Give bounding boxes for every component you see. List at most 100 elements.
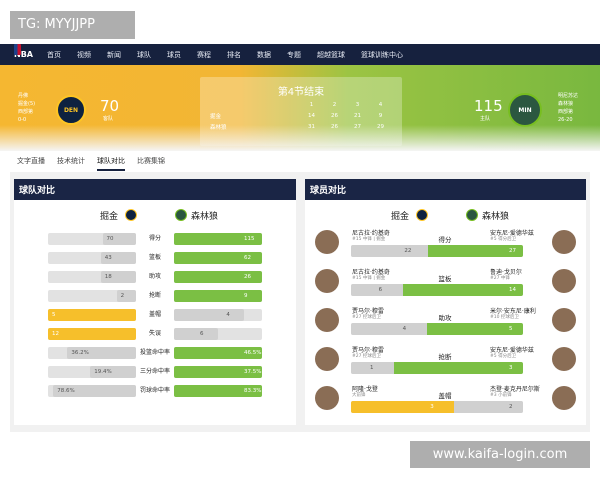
nav-item-home[interactable]: 首页 (47, 50, 61, 60)
nav-item-specials[interactable]: 专题 (287, 50, 301, 60)
home-stat-bar: 12 (48, 328, 136, 340)
nav-item-players[interactable]: 球员 (167, 50, 181, 60)
team-panel-title: 球队对比 (14, 179, 296, 200)
away-stat-value: 37.5% (244, 369, 262, 375)
away-stat-bar: 115 (174, 233, 262, 245)
away-player-info: #10 控球后卫 (490, 315, 519, 320)
away-player-avatar[interactable] (552, 308, 576, 332)
away-stat-bar: 9 (174, 290, 262, 302)
home-player-fill (351, 284, 403, 296)
away-score: 115 (474, 97, 503, 115)
home-player-avatar[interactable] (315, 347, 339, 371)
quarter-header-row: 1 2 3 4 (210, 99, 392, 110)
home-player-info: 大前锋 (352, 393, 366, 398)
scoreboard-hero: 丹佛 掘金(5) 西部第 0-0 DEN 70 客队 第4节结束 1 2 3 4… (0, 65, 600, 151)
away-player-fill (402, 284, 523, 296)
away-team-conf: 西部第 (558, 109, 574, 115)
home-stat-value: 5 (52, 312, 56, 318)
away-player-avatar[interactable] (552, 269, 576, 293)
away-team-label: 森林狼 (482, 212, 510, 222)
watermark-top-left: TG: MYYJJPP (10, 11, 135, 39)
home-stat-value: 70 (106, 236, 114, 242)
player-stat-row: 贾马尔·穆雷 #27 控球后卫 抢断 安东尼·爱德华兹 #5 得分后卫 1 3 (305, 343, 586, 383)
home-player-fill (351, 323, 427, 335)
tab-live-text[interactable]: 文字直播 (17, 156, 45, 171)
home-stat-fill (116, 290, 136, 302)
home-score-label: 客队 (103, 116, 114, 122)
player-stat-label: 篮板 (438, 275, 452, 283)
tab-highlights[interactable]: 比赛集锦 (137, 156, 165, 171)
home-stat-bar: 19.4% (48, 366, 136, 378)
quarter-cell: 9 (378, 112, 383, 119)
nba-logo-icon (14, 44, 21, 55)
away-player-avatar[interactable] (552, 347, 576, 371)
home-team-name: 掘金(5) (18, 101, 36, 107)
nav-item-standings[interactable]: 排名 (227, 50, 241, 60)
nuggets-logo-icon[interactable]: DEN (56, 95, 86, 125)
nav-item-training-center[interactable]: 篮球训练中心 (361, 50, 403, 60)
nav-item-news[interactable]: 新闻 (107, 50, 121, 60)
stat-label: 盖帽 (148, 311, 161, 318)
home-score: 70 (100, 97, 120, 115)
team-stat-row: 18 助攻 26 (14, 271, 296, 283)
home-stat-value: 12 (52, 331, 59, 337)
timberwolves-logo-icon[interactable]: MIN (508, 93, 542, 127)
player-stat-row: 尼古拉·约基奇 #15 中锋 | 掘金 篮板 鲁迪·戈贝尔 #27 中锋 6 14 (305, 265, 586, 305)
away-player-fill (394, 362, 523, 374)
tab-team-comparison[interactable]: 球队对比 (97, 156, 125, 171)
away-stat-value: 62 (244, 255, 251, 261)
away-player-value: 2 (509, 404, 513, 410)
away-stat-fill (174, 290, 262, 302)
nav-item-beyond-basketball[interactable]: 超越篮球 (317, 50, 345, 60)
away-stat-value: 6 (200, 331, 204, 337)
nav-item-video[interactable]: 视频 (77, 50, 91, 60)
stat-label: 篮板 (148, 254, 161, 261)
player-stat-label: 助攻 (438, 314, 452, 322)
away-stat-bar: 26 (174, 271, 262, 283)
nba-logo[interactable]: NBA (14, 44, 33, 59)
home-stat-bar: 5 (48, 309, 136, 321)
stat-label: 得分 (148, 235, 161, 242)
player-stat-row: 贾马尔·穆雷 #27 控球后卫 助攻 米尔·安东尼·康利 #10 控球后卫 4 5 (305, 304, 586, 344)
home-player-avatar[interactable] (315, 386, 339, 410)
away-player-value: 3 (509, 365, 513, 371)
quarter-header: 4 (378, 101, 383, 108)
team-stat-row: 5 盖帽 4 (14, 309, 296, 321)
home-player-value: 22 (404, 248, 412, 254)
home-player-avatar[interactable] (315, 269, 339, 293)
team-stat-row: 2 抢断 9 (14, 290, 296, 302)
home-player-info: #27 控球后卫 (352, 354, 381, 359)
home-stat-value: 78.6% (57, 388, 75, 394)
nav-item-schedule[interactable]: 赛程 (197, 50, 211, 60)
away-player-value: 14 (509, 287, 516, 293)
nav-item-teams[interactable]: 球队 (137, 50, 151, 60)
player-stat-row: 阿隆·戈登 大前锋 盖帽 杰登·麦克丹尼尔斯 #3 小前锋 3 2 (305, 382, 586, 422)
stat-label: 抢断 (148, 292, 161, 299)
hero-fade (0, 125, 600, 151)
away-player-avatar[interactable] (552, 230, 576, 254)
player-comparison-panel: 球员对比 掘金 森林狼 尼古拉·约基奇 #15 中锋 | 掘金 得分 安东尼·爱德华兹… (305, 179, 586, 425)
home-player-avatar[interactable] (315, 308, 339, 332)
team-stat-row: 70 得分 115 (14, 233, 296, 245)
home-team-conf: 西部第 (18, 109, 34, 115)
home-player-avatar[interactable] (315, 230, 339, 254)
home-stat-bar: 36.2% (48, 347, 136, 359)
away-player-avatar[interactable] (552, 386, 576, 410)
away-team-name: 森林狼 (558, 101, 574, 107)
home-stat-bar: 18 (48, 271, 136, 283)
home-stat-value: 2 (120, 293, 125, 299)
home-team-city: 丹佛 (18, 93, 29, 99)
home-stat-bar: 43 (48, 252, 136, 264)
timberwolves-small-icon (466, 209, 478, 221)
tab-bar: 文字直播 技术统计 球队对比 比赛集锦 (17, 156, 165, 171)
away-team-city: 明尼苏达 (558, 93, 579, 99)
nuggets-small-icon (416, 209, 428, 221)
away-player-fill (454, 401, 523, 413)
stat-label: 失误 (148, 330, 161, 337)
home-stat-value: 19.4% (94, 369, 112, 375)
nav-item-stats[interactable]: 数据 (257, 50, 271, 60)
watermark-bottom-right: www.kaifa-login.com (410, 441, 590, 468)
away-stat-value: 46.5% (244, 350, 262, 356)
tab-box-score[interactable]: 技术统计 (57, 156, 85, 171)
home-stat-fill (48, 328, 136, 340)
